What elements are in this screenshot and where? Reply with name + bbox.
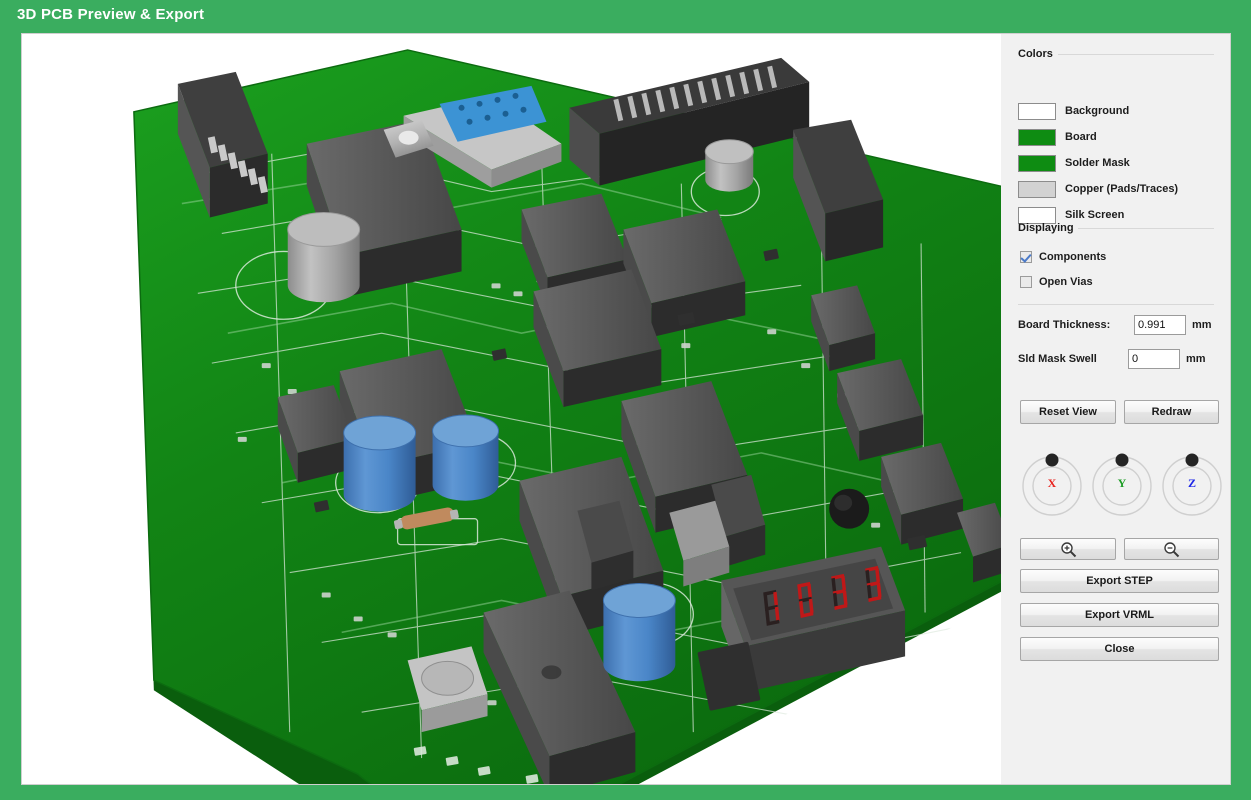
component-capacitor-gray-1 [287, 212, 361, 303]
color-label-background: Background [1065, 105, 1130, 117]
pcb-3d-viewport[interactable] [21, 33, 1001, 785]
component-dome [829, 488, 870, 529]
open-vias-checkbox-label: Open Vias [1039, 276, 1093, 288]
sld-mask-swell-label: Sld Mask Swell [1018, 353, 1097, 365]
component-capacitor-blue-2 [432, 414, 500, 501]
colors-heading: Colors [1018, 48, 1053, 60]
swatch-solder-mask[interactable] [1018, 155, 1056, 172]
color-label-silk-screen: Silk Screen [1065, 209, 1125, 221]
export-step-button[interactable]: Export STEP [1020, 569, 1219, 593]
reset-view-button[interactable]: Reset View [1020, 400, 1116, 424]
zoom-out-icon [1164, 541, 1180, 557]
rotation-dial-x[interactable]: X [1019, 452, 1085, 518]
export-vrml-button[interactable]: Export VRML [1020, 603, 1219, 627]
displaying-bottom-rule [1018, 304, 1214, 305]
window-title: 3D PCB Preview & Export [17, 6, 205, 23]
components-checkbox-label: Components [1039, 251, 1107, 263]
color-label-copper: Copper (Pads/Traces) [1065, 183, 1179, 195]
color-label-board: Board [1065, 131, 1097, 143]
sld-mask-swell-unit: mm [1186, 353, 1206, 365]
displaying-heading: Displaying [1018, 222, 1074, 234]
components-checkbox-box[interactable] [1020, 251, 1032, 263]
close-button[interactable]: Close [1020, 637, 1219, 661]
zoom-out-button[interactable] [1124, 538, 1219, 560]
redraw-button[interactable]: Redraw [1124, 400, 1219, 424]
dial-x-label: X [1047, 476, 1057, 490]
zoom-in-button[interactable] [1020, 538, 1116, 560]
displaying-heading-rule [1078, 228, 1214, 229]
colors-heading-rule [1058, 54, 1214, 55]
dial-z-label: Z [1187, 476, 1196, 490]
dial-y-label: Y [1117, 476, 1127, 490]
swatch-background[interactable] [1018, 103, 1056, 120]
zoom-in-icon [1060, 541, 1076, 557]
color-label-solder-mask: Solder Mask [1065, 157, 1130, 169]
swatch-copper[interactable] [1018, 181, 1056, 198]
rotation-dial-z[interactable]: Z [1159, 452, 1225, 518]
board-thickness-input[interactable] [1134, 315, 1186, 335]
board-thickness-unit: mm [1192, 319, 1212, 331]
pcb-3d-render[interactable] [22, 34, 1001, 784]
controls-panel: Colors Background Board Solder Mask Copp… [1001, 33, 1231, 785]
title-bar: 3D PCB Preview & Export [0, 0, 1251, 33]
open-vias-checkbox-box[interactable] [1020, 276, 1032, 288]
rotation-dial-y[interactable]: Y [1089, 452, 1155, 518]
component-capacitor-blue-1 [343, 415, 417, 512]
sld-mask-swell-input[interactable] [1128, 349, 1180, 369]
app-window: 3D PCB Preview & Export Colors Backgroun… [0, 0, 1251, 800]
component-capacitor-gray-2 [704, 139, 754, 192]
component-capacitor-blue-3 [602, 583, 676, 682]
board-thickness-label: Board Thickness: [1018, 319, 1111, 331]
swatch-board[interactable] [1018, 129, 1056, 146]
